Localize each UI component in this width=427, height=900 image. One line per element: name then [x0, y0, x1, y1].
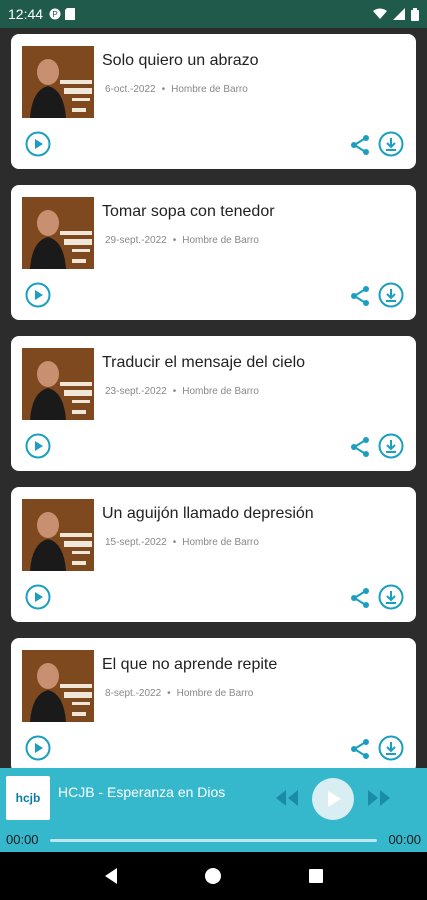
- play-icon: [328, 791, 341, 807]
- episode-date: 8-sept.-2022: [105, 688, 162, 699]
- wifi-icon: [373, 8, 387, 19]
- episode-thumbnail: [22, 197, 94, 269]
- episode-thumbnail: [22, 348, 94, 420]
- separator-dot: •: [167, 688, 171, 699]
- episode-card[interactable]: El que no aprende repite 8-sept.-2022 • Ho…: [11, 638, 416, 768]
- status-bar: 12:44 P: [0, 0, 427, 28]
- episode-date: 29-sept.-2022: [105, 235, 167, 246]
- svg-text:P: P: [52, 10, 57, 19]
- play-circle-icon: [25, 735, 51, 761]
- episode-share-button[interactable]: [348, 737, 372, 761]
- battery-icon: [411, 7, 419, 21]
- episode-author: Hombre de Barro: [171, 84, 248, 95]
- recents-button[interactable]: [306, 866, 326, 886]
- play-circle-icon: [25, 131, 51, 157]
- download-circle-icon: [378, 282, 404, 308]
- fast-forward-button[interactable]: [364, 786, 394, 810]
- episode-meta: 29-sept.-2022 • Hombre de Barro: [105, 235, 259, 246]
- player-artwork[interactable]: hcjb: [6, 776, 50, 820]
- play-circle-icon: [25, 282, 51, 308]
- time-total: 00:00: [388, 832, 421, 847]
- episode-title: Traducir el mensaje del cielo: [102, 354, 306, 371]
- episode-thumbnail: [22, 650, 94, 722]
- share-icon: [351, 135, 369, 155]
- episode-author: Hombre de Barro: [182, 537, 259, 548]
- signal-icon: [393, 8, 405, 20]
- episode-author: Hombre de Barro: [182, 386, 259, 397]
- episode-share-button[interactable]: [348, 586, 372, 610]
- fast-forward-icon: [368, 790, 390, 806]
- home-button[interactable]: [203, 866, 223, 886]
- progress-bar[interactable]: [50, 839, 377, 842]
- episode-card[interactable]: Traducir el mensaje del cielo 23-sept.-2…: [11, 336, 416, 471]
- share-icon: [351, 739, 369, 759]
- episode-list: Solo quiero un abrazo 6-oct.-2022 • Hombre…: [0, 28, 427, 768]
- episode-play-button[interactable]: [25, 282, 51, 308]
- recents-icon: [308, 869, 323, 883]
- mini-player: hcjb HCJB - Esperanza en Dios 00:00 00:0…: [0, 768, 427, 852]
- share-icon: [351, 286, 369, 306]
- episode-card[interactable]: Un aguijón llamado depresión 15-sept.-20…: [11, 487, 416, 622]
- player-title: HCJB - Esperanza en Dios: [58, 784, 226, 800]
- system-nav-bar: [0, 852, 427, 900]
- episode-title: Tomar sopa con tenedor: [102, 203, 275, 220]
- artwork-logo-text: hcjb: [15, 791, 41, 805]
- episode-download-button[interactable]: [378, 282, 404, 308]
- episode-download-button[interactable]: [378, 131, 404, 157]
- back-icon: [105, 868, 118, 884]
- storage-icon: [65, 8, 76, 20]
- share-icon: [351, 437, 369, 457]
- episode-date: 23-sept.-2022: [105, 386, 167, 397]
- download-circle-icon: [378, 131, 404, 157]
- episode-meta: 15-sept.-2022 • Hombre de Barro: [105, 537, 259, 548]
- share-icon: [351, 588, 369, 608]
- episode-meta: 23-sept.-2022 • Hombre de Barro: [105, 386, 259, 397]
- episode-title: Un aguijón llamado depresión: [102, 505, 314, 522]
- download-circle-icon: [378, 584, 404, 610]
- episode-share-button[interactable]: [348, 284, 372, 308]
- download-circle-icon: [378, 735, 404, 761]
- rewind-icon: [276, 790, 298, 806]
- episode-thumbnail: [22, 499, 94, 571]
- back-button[interactable]: [101, 866, 121, 886]
- episode-title: Solo quiero un abrazo: [102, 52, 259, 69]
- episode-share-button[interactable]: [348, 133, 372, 157]
- episode-date: 15-sept.-2022: [105, 537, 167, 548]
- episode-meta: 6-oct.-2022 • Hombre de Barro: [105, 84, 248, 95]
- episode-thumbnail: [22, 46, 94, 118]
- player-play-button[interactable]: [312, 778, 354, 820]
- separator-dot: •: [172, 386, 177, 397]
- play-circle-icon: [25, 584, 51, 610]
- episode-card[interactable]: Solo quiero un abrazo 6-oct.-2022 • Hombre…: [11, 34, 416, 169]
- separator-dot: •: [161, 84, 166, 95]
- play-circle-icon: [25, 433, 51, 459]
- episode-share-button[interactable]: [348, 435, 372, 459]
- episode-meta: 8-sept.-2022 • Hombre de Barro: [105, 688, 253, 699]
- episode-play-button[interactable]: [25, 735, 51, 761]
- episode-title: El que no aprende repite: [102, 656, 278, 673]
- separator-dot: •: [172, 537, 177, 548]
- episode-author: Hombre de Barro: [182, 235, 259, 246]
- episode-play-button[interactable]: [25, 584, 51, 610]
- episode-download-button[interactable]: [378, 735, 404, 761]
- episode-date: 6-oct.-2022: [105, 84, 156, 95]
- episode-card[interactable]: Tomar sopa con tenedor 29-sept.-2022 • Hom…: [11, 185, 416, 320]
- status-left: 12:44 P: [8, 6, 76, 22]
- episode-download-button[interactable]: [378, 584, 404, 610]
- episode-play-button[interactable]: [25, 131, 51, 157]
- download-circle-icon: [378, 433, 404, 459]
- app-notification-icon: P: [49, 8, 61, 20]
- time-elapsed: 00:00: [6, 832, 39, 847]
- episode-download-button[interactable]: [378, 433, 404, 459]
- home-icon: [205, 868, 222, 884]
- status-icons-left: P: [49, 8, 76, 20]
- rewind-button[interactable]: [272, 786, 302, 810]
- episode-play-button[interactable]: [25, 433, 51, 459]
- status-time: 12:44: [8, 6, 44, 22]
- episode-author: Hombre de Barro: [176, 688, 254, 699]
- separator-dot: •: [172, 235, 177, 246]
- status-right: [373, 7, 419, 21]
